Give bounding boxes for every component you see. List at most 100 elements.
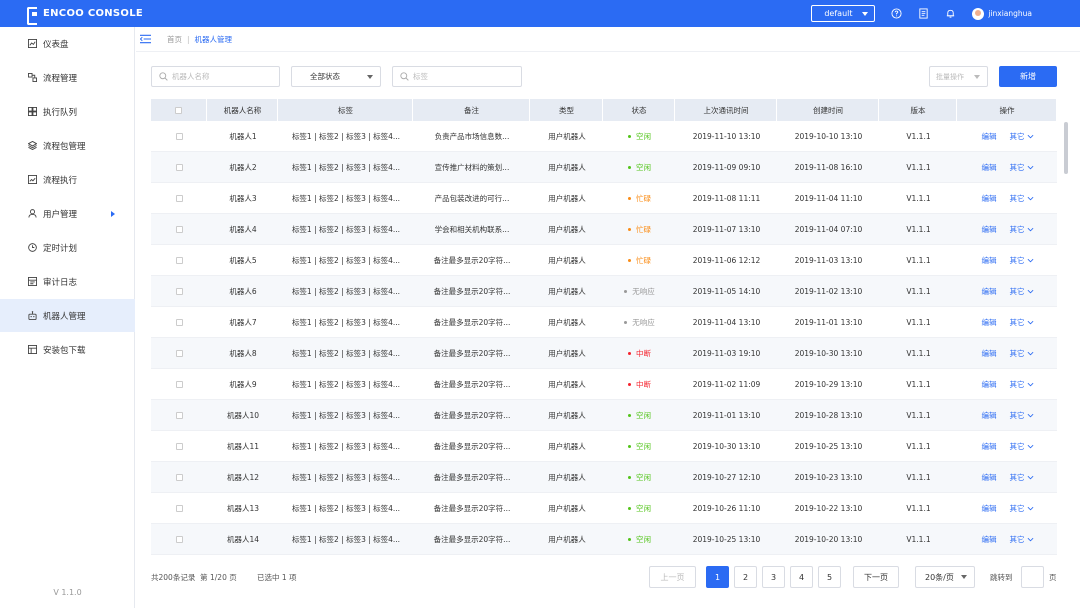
page-button-4[interactable]: 4 xyxy=(790,566,813,588)
sidebar-item-dashboard[interactable]: 仪表盘 xyxy=(0,27,135,60)
row-checkbox[interactable] xyxy=(175,256,183,264)
row-checkbox[interactable] xyxy=(175,504,183,512)
sidebar-item-queue[interactable]: 执行队列 xyxy=(0,95,135,128)
sidebar-item-schedule[interactable]: 定时计划 xyxy=(0,231,135,264)
edit-link[interactable]: 编辑 xyxy=(982,379,997,390)
edit-link[interactable]: 编辑 xyxy=(982,441,997,452)
sidebar-item-download[interactable]: 安装包下载 xyxy=(0,333,135,366)
edit-link[interactable]: 编辑 xyxy=(982,286,997,297)
table-row[interactable]: 机器人3 标签1 | 标签2 | 标签3 | 标签4... 产品包装改进的可行...… xyxy=(151,183,1057,214)
table-row[interactable]: 机器人6 标签1 | 标签2 | 标签3 | 标签4... 备注最多显示20字符..… xyxy=(151,276,1057,307)
edit-link[interactable]: 编辑 xyxy=(982,348,997,359)
more-actions-dropdown[interactable]: 其它 xyxy=(1010,441,1034,452)
more-actions-dropdown[interactable]: 其它 xyxy=(1010,162,1034,173)
row-checkbox[interactable] xyxy=(175,194,183,202)
bell-icon[interactable] xyxy=(945,8,956,19)
row-actions: 编辑 其它 xyxy=(958,276,1057,306)
more-actions-dropdown[interactable]: 其它 xyxy=(1010,348,1034,359)
table-row[interactable]: 机器人12 标签1 | 标签2 | 标签3 | 标签4... 备注最多显示20字符.… xyxy=(151,462,1057,493)
row-checkbox[interactable] xyxy=(175,535,183,543)
table-row[interactable]: 机器人5 标签1 | 标签2 | 标签3 | 标签4... 备注最多显示20字符..… xyxy=(151,245,1057,276)
table-row[interactable]: 机器人4 标签1 | 标签2 | 标签3 | 标签4... 学会和相关机构联系...… xyxy=(151,214,1057,245)
help-icon[interactable] xyxy=(891,8,902,19)
edit-link[interactable]: 编辑 xyxy=(982,410,997,421)
more-actions-dropdown[interactable]: 其它 xyxy=(1010,503,1034,514)
edit-link[interactable]: 编辑 xyxy=(982,503,997,514)
table-row[interactable]: 机器人2 标签1 | 标签2 | 标签3 | 标签4... 宣传推广材料的策划...… xyxy=(151,152,1057,183)
robot-type: 用户机器人 xyxy=(548,441,586,451)
row-checkbox[interactable] xyxy=(175,349,183,357)
sidebar-item-audit[interactable]: 审计日志 xyxy=(0,265,135,298)
more-actions-dropdown[interactable]: 其它 xyxy=(1010,193,1034,204)
row-checkbox[interactable] xyxy=(175,132,183,140)
table-row[interactable]: 机器人8 标签1 | 标签2 | 标签3 | 标签4... 备注最多显示20字符..… xyxy=(151,338,1057,369)
more-actions-dropdown[interactable]: 其它 xyxy=(1010,534,1034,545)
add-robot-button[interactable]: 新增 xyxy=(999,66,1057,87)
edit-link[interactable]: 编辑 xyxy=(982,472,997,483)
more-actions-dropdown[interactable]: 其它 xyxy=(1010,286,1034,297)
edit-link[interactable]: 编辑 xyxy=(982,317,997,328)
sidebar-item-flow[interactable]: 流程管理 xyxy=(0,61,135,94)
robot-name-search-input[interactable]: 机器人名称 xyxy=(151,66,280,87)
page-button-2[interactable]: 2 xyxy=(734,566,757,588)
header-select-all-checkbox-column[interactable] xyxy=(151,99,207,121)
table-scrollbar[interactable] xyxy=(1064,122,1068,174)
tag-search-input[interactable]: 标签 xyxy=(392,66,522,87)
edit-link[interactable]: 编辑 xyxy=(982,224,997,235)
sidebar-item-execute[interactable]: 流程执行 xyxy=(0,163,135,196)
edit-link[interactable]: 编辑 xyxy=(982,255,997,266)
more-actions-dropdown[interactable]: 其它 xyxy=(1010,410,1034,421)
page-size-select[interactable]: 20条/页 xyxy=(915,566,975,588)
created-time: 2019-11-04 07:10 xyxy=(794,224,863,234)
status-select[interactable]: 全部状态 xyxy=(291,66,381,87)
edit-link[interactable]: 编辑 xyxy=(982,131,997,142)
robot-name: 机器人1 xyxy=(229,131,257,141)
more-actions-dropdown[interactable]: 其它 xyxy=(1010,224,1034,235)
page-button-3[interactable]: 3 xyxy=(762,566,785,588)
user-menu[interactable]: jinxianghua xyxy=(972,7,1032,20)
table-row[interactable]: 机器人7 标签1 | 标签2 | 标签3 | 标签4... 备注最多显示20字符..… xyxy=(151,307,1057,338)
tenant-select[interactable]: default xyxy=(811,5,876,22)
more-actions-dropdown[interactable]: 其它 xyxy=(1010,317,1034,328)
menu-collapse-icon[interactable] xyxy=(140,34,151,44)
row-checkbox[interactable] xyxy=(175,225,183,233)
table-row[interactable]: 机器人10 标签1 | 标签2 | 标签3 | 标签4... 备注最多显示20字符.… xyxy=(151,400,1057,431)
more-actions-dropdown[interactable]: 其它 xyxy=(1010,472,1034,483)
logo[interactable]: ENCOO CONSOLE xyxy=(27,6,143,25)
next-page-button[interactable]: 下一页 xyxy=(853,566,899,588)
table-row[interactable]: 机器人11 标签1 | 标签2 | 标签3 | 标签4... 备注最多显示20字符.… xyxy=(151,431,1057,462)
row-checkbox[interactable] xyxy=(175,318,183,326)
row-checkbox[interactable] xyxy=(175,411,183,419)
row-checkbox[interactable] xyxy=(175,380,183,388)
prev-page-button[interactable]: 上一页 xyxy=(649,566,696,588)
sidebar-item-users[interactable]: 用户管理 xyxy=(0,197,135,230)
more-actions-dropdown[interactable]: 其它 xyxy=(1010,131,1034,142)
table-row[interactable]: 机器人9 标签1 | 标签2 | 标签3 | 标签4... 备注最多显示20字符..… xyxy=(151,369,1057,400)
batch-action-select[interactable]: 批量操作 xyxy=(929,66,988,87)
jump-page-input[interactable] xyxy=(1021,566,1044,588)
table-row[interactable]: 机器人1 标签1 | 标签2 | 标签3 | 标签4... 负责产品市场信息数...… xyxy=(151,121,1057,152)
header-last-comm-column: 上次通讯时间 xyxy=(676,99,777,121)
edit-link[interactable]: 编辑 xyxy=(982,534,997,545)
status-dot-icon xyxy=(628,382,631,386)
page-button-1[interactable]: 1 xyxy=(706,566,729,588)
more-actions-dropdown[interactable]: 其它 xyxy=(1010,255,1034,266)
table-row[interactable]: 机器人14 标签1 | 标签2 | 标签3 | 标签4... 备注最多显示20字符.… xyxy=(151,524,1057,555)
row-checkbox[interactable] xyxy=(175,473,183,481)
row-checkbox[interactable] xyxy=(175,163,183,171)
sidebar-item-package[interactable]: 流程包管理 xyxy=(0,129,135,162)
more-actions-dropdown[interactable]: 其它 xyxy=(1010,379,1034,390)
edit-link[interactable]: 编辑 xyxy=(982,162,997,173)
sidebar-item-label: 流程管理 xyxy=(43,73,78,84)
chevron-down-icon xyxy=(1027,134,1033,138)
edit-link[interactable]: 编辑 xyxy=(982,193,997,204)
row-checkbox[interactable] xyxy=(175,442,183,450)
document-icon[interactable] xyxy=(918,8,929,19)
row-checkbox[interactable] xyxy=(175,287,183,295)
header-actions-column: 操作 xyxy=(958,99,1057,121)
sidebar-item-robots[interactable]: 机器人管理 xyxy=(0,299,135,332)
page-button-5[interactable]: 5 xyxy=(818,566,841,588)
select-all-checkbox[interactable] xyxy=(175,106,182,114)
breadcrumb-home[interactable]: 首页 xyxy=(167,34,182,45)
table-row[interactable]: 机器人13 标签1 | 标签2 | 标签3 | 标签4... 备注最多显示20字符.… xyxy=(151,493,1057,524)
